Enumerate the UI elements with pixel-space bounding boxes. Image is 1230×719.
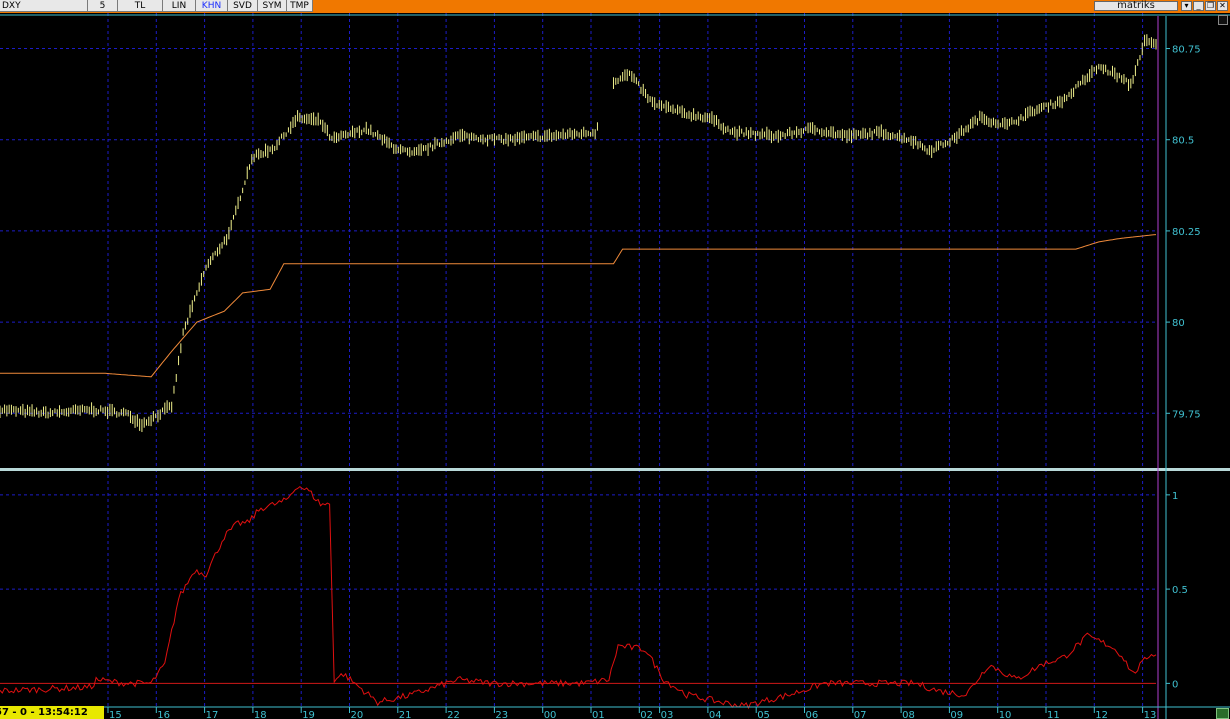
x-tick-label: 23 xyxy=(495,710,508,719)
y-tick-label: 0 xyxy=(1172,679,1178,690)
x-tick-label: 19 xyxy=(302,710,315,719)
y-tick-label: 80.25 xyxy=(1172,227,1201,238)
status-text: 57 - 0 - 13:54:12 xyxy=(0,707,88,718)
trendline-button[interactable]: TL xyxy=(118,0,163,12)
restore-icon[interactable]: ❐ xyxy=(1205,1,1216,11)
x-tick-label: 03 xyxy=(661,710,674,719)
x-tick-label: 15 xyxy=(109,710,122,719)
sym-button[interactable]: SYM xyxy=(258,0,287,12)
brand-logo: matriks xyxy=(1094,1,1178,11)
x-tick-label: 22 xyxy=(447,710,460,719)
interval-button[interactable]: 5 xyxy=(88,0,118,12)
x-tick-label: 13 xyxy=(1144,710,1157,719)
x-tick-label: 08 xyxy=(902,710,915,719)
x-tick-label: 20 xyxy=(351,710,364,719)
tmp-button[interactable]: TMP xyxy=(287,0,313,12)
x-tick-label: 01 xyxy=(592,710,605,719)
svd-button[interactable]: SVD xyxy=(228,0,258,12)
x-tick-label: 00 xyxy=(544,710,557,719)
x-tick-label: 16 xyxy=(157,710,170,719)
grid xyxy=(0,13,1156,706)
x-tick-label: 09 xyxy=(950,710,963,719)
y-tick-label: 80 xyxy=(1172,318,1185,329)
oscillator-line xyxy=(0,485,1157,710)
x-tick-label: 04 xyxy=(709,710,722,719)
chart-canvas[interactable]: 79.75 80 80.25 80.5 80.75 0 0.5 1 15 16 17 18 19 20 21… xyxy=(0,13,1230,719)
x-tick-label: 06 xyxy=(806,710,819,719)
x-tick-label: 17 xyxy=(206,710,219,719)
linear-scale-button[interactable]: LIN xyxy=(163,0,196,12)
y-tick-label: 80.5 xyxy=(1172,136,1194,147)
y-tick-label: 79.75 xyxy=(1172,409,1201,420)
price-bars xyxy=(0,34,1157,433)
x-tick-label: 10 xyxy=(999,710,1012,719)
x-tick-label: 05 xyxy=(757,710,770,719)
khn-button[interactable]: KHN xyxy=(196,0,228,12)
y-tick-label: 0.5 xyxy=(1172,585,1188,596)
symbol-field[interactable]: DXY xyxy=(0,0,88,12)
x-tick-label: 11 xyxy=(1047,710,1060,719)
close-icon[interactable]: ✕ xyxy=(1217,1,1228,11)
scroll-handle[interactable] xyxy=(1216,708,1229,719)
panel-toggle-icon[interactable] xyxy=(1218,15,1228,25)
status-bar: 57 - 0 - 13:54:12 xyxy=(0,706,104,719)
chart-toolbar: DXY 5 TL LIN KHN SVD SYM TMP matriks ▾ _… xyxy=(0,0,1230,13)
x-tick-label: 12 xyxy=(1095,710,1108,719)
x-tick-label: 07 xyxy=(854,710,867,719)
moving-average-line xyxy=(0,234,1157,378)
panel-divider xyxy=(0,468,1230,471)
axis-labels: 79.75 80 80.25 80.5 80.75 0 0.5 1 15 16 17 18 19 20 21… xyxy=(107,45,1201,719)
y-tick-label: 80.75 xyxy=(1172,45,1201,56)
dropdown-icon[interactable]: ▾ xyxy=(1181,1,1192,11)
x-tick-label: 18 xyxy=(254,710,267,719)
x-tick-label: 02 xyxy=(640,710,653,719)
y-tick-label: 1 xyxy=(1172,491,1178,502)
minimize-icon[interactable]: _ xyxy=(1193,1,1204,11)
x-tick-label: 21 xyxy=(399,710,412,719)
